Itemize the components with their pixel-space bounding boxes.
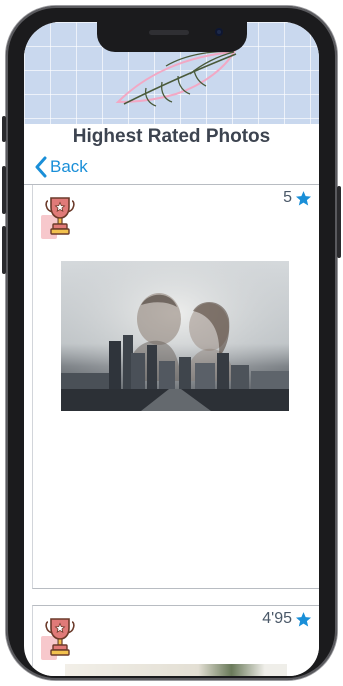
trophy-badge: [41, 616, 77, 662]
back-label: Back: [50, 157, 88, 176]
back-button[interactable]: Back: [34, 156, 88, 178]
volume-up-button: [2, 166, 6, 214]
photo-card[interactable]: 4'95: [32, 605, 319, 676]
photo-thumbnail[interactable]: [65, 664, 287, 676]
silent-switch: [2, 116, 6, 142]
photo-card[interactable]: 5: [32, 185, 319, 589]
rating-value: 5: [283, 189, 292, 206]
app-screen: Highest Rated Photos Back 5 4'95: [24, 22, 319, 676]
chevron-left-icon: [35, 156, 47, 178]
notch: [97, 22, 247, 52]
power-button: [337, 186, 341, 258]
speaker-grille: [149, 30, 189, 35]
trophy-icon: [45, 618, 75, 656]
rating-value: 4'95: [262, 610, 292, 627]
feather-icon: [115, 50, 237, 107]
front-camera: [215, 28, 223, 36]
page-title: Highest Rated Photos: [72, 126, 271, 147]
couple-skyline-photo[interactable]: [61, 261, 289, 411]
star-icon: [295, 611, 312, 626]
volume-down-button: [2, 226, 6, 274]
trophy-icon: [45, 197, 75, 235]
photo-image: [61, 261, 289, 411]
rating: 4'95: [262, 610, 312, 628]
star-icon: [295, 190, 312, 205]
trophy-badge: [41, 195, 77, 241]
rating: 5: [283, 189, 312, 207]
